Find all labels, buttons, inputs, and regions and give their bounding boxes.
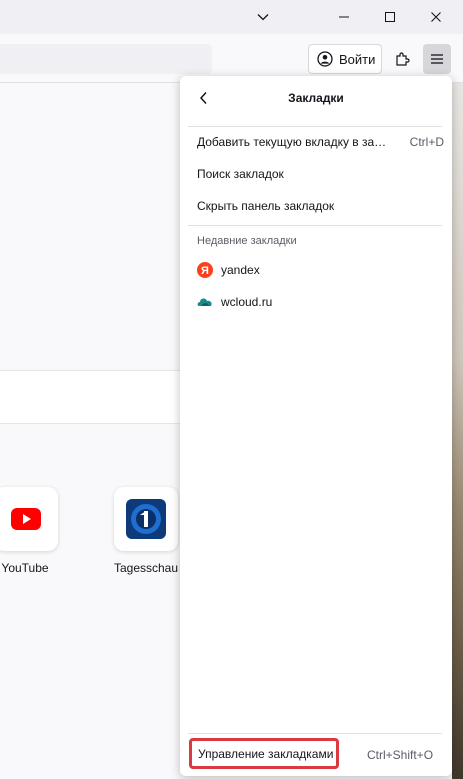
wcloud-icon: [197, 294, 213, 310]
yandex-icon: Я: [197, 262, 213, 278]
maximize-icon: [385, 12, 395, 22]
maximize-button[interactable]: [367, 0, 413, 34]
topsite-label: Tagesschau: [113, 561, 179, 575]
bookmark-label: yandex: [221, 263, 260, 277]
menu-item-label: Скрыть панель закладок: [197, 199, 335, 213]
app-menu-button[interactable]: [423, 44, 451, 74]
topsite-tile-youtube[interactable]: [0, 487, 58, 551]
youtube-icon: [11, 508, 41, 530]
account-label: Войти: [339, 51, 376, 67]
title-bar: [0, 0, 463, 34]
menu-item-label: Добавить текущую вкладку в закладки: [197, 135, 387, 149]
account-icon: [317, 51, 333, 67]
hamburger-icon: [431, 54, 443, 64]
topsite-tile-tagesschau[interactable]: [114, 487, 178, 551]
menu-item-shortcut: Ctrl+D: [409, 135, 444, 149]
extensions-button[interactable]: [388, 44, 416, 74]
recent-bookmarks-heading: Недавние закладки: [197, 235, 297, 247]
recent-bookmark-wcloud[interactable]: wcloud.ru: [188, 287, 444, 317]
panel-header: Закладки: [180, 76, 452, 120]
tab-list-button[interactable]: [240, 0, 286, 34]
hide-bookmarks-toolbar-item[interactable]: Скрыть панель закладок: [188, 191, 444, 221]
menu-item-label: Управление закладками: [198, 746, 334, 761]
search-box[interactable]: [0, 370, 190, 424]
recent-bookmark-yandex[interactable]: Я yandex: [188, 255, 444, 285]
panel-title: Закладки: [288, 91, 344, 105]
divider: [188, 225, 442, 226]
bookmark-current-tab-item[interactable]: Добавить текущую вкладку в закладки Ctrl…: [188, 127, 444, 157]
minimize-button[interactable]: [321, 0, 367, 34]
background-edge: [452, 83, 463, 779]
svg-text:Я: Я: [201, 265, 209, 277]
chevron-down-icon: [257, 14, 269, 21]
puzzle-icon: [396, 52, 410, 66]
divider: [188, 733, 442, 734]
menu-item-label: Поиск закладок: [197, 167, 284, 181]
tagesschau-icon: [126, 499, 166, 539]
bookmark-label: wcloud.ru: [221, 295, 273, 309]
bookmarks-panel: Закладки Добавить текущую вкладку в закл…: [180, 76, 452, 776]
menu-item-shortcut: Ctrl+Shift+O: [367, 748, 434, 762]
close-window-button[interactable]: [413, 0, 459, 34]
minimize-icon: [339, 16, 349, 18]
close-icon: [431, 12, 441, 22]
manage-bookmarks-item[interactable]: Управление закладками: [189, 738, 339, 769]
url-bar[interactable]: [0, 44, 212, 74]
account-button[interactable]: Войти: [308, 44, 382, 74]
topsite-label: YouTube: [1, 561, 49, 575]
search-bookmarks-item[interactable]: Поиск закладок: [188, 159, 444, 189]
